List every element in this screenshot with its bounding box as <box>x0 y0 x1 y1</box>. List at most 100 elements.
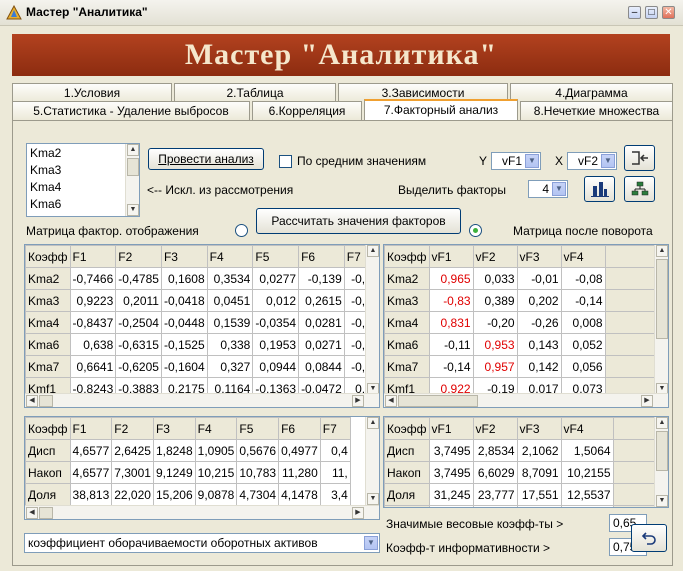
scroll-up-icon[interactable]: ▲ <box>127 144 139 156</box>
scroll-thumb[interactable] <box>656 431 668 471</box>
chevron-down-icon[interactable]: ▼ <box>601 154 615 168</box>
table-cell[interactable]: 0,143 <box>516 333 562 356</box>
table-cell[interactable]: 11, <box>319 461 351 484</box>
factors-count-select[interactable]: 4 ▼ <box>528 180 568 198</box>
table-cell[interactable]: 9,1249 <box>152 461 196 484</box>
calculate-factors-button[interactable]: Рассчитать значения факторов <box>256 208 461 234</box>
table-cell[interactable]: 4,1478 <box>278 483 321 506</box>
table-cell[interactable]: 38,813 <box>69 483 113 506</box>
row-header-cell[interactable]: Доля <box>384 483 430 506</box>
table-row[interactable]: Накоп 4,6577 7,3001 9,1249 10,215 10,783 11,28… <box>25 461 351 484</box>
table-cell[interactable]: 0,831 <box>428 311 474 334</box>
table-cell[interactable]: 22,020 <box>111 483 154 506</box>
column-header[interactable]: Коэфф <box>25 417 71 440</box>
rotated-variance-grid[interactable]: Коэфф vF1 vF2 vF3 vF4 Дисп 3,7495 2,8534 2,… <box>383 416 669 508</box>
table-cell[interactable]: -0,1525 <box>160 333 208 356</box>
table-cell[interactable]: -0,11 <box>428 333 474 356</box>
grid-horizontal-scrollbar[interactable]: ◀ ▶ <box>25 393 379 407</box>
table-cell[interactable]: 1,0905 <box>194 439 238 462</box>
scroll-right-icon[interactable]: ▶ <box>641 395 653 407</box>
table-cell[interactable]: 1,5064 <box>560 439 614 462</box>
column-header[interactable]: F5 <box>252 245 300 268</box>
table-cell[interactable]: 0,033 <box>472 267 518 290</box>
table-cell[interactable]: -0,08 <box>560 267 606 290</box>
table-row[interactable]: Дисп 3,7495 2,8534 2,1062 1,5064 <box>384 439 656 462</box>
table-cell[interactable]: 2,1062 <box>516 439 562 462</box>
scroll-right-icon[interactable]: ▶ <box>352 395 364 407</box>
table-cell[interactable]: 6,6029 <box>472 461 518 484</box>
table-cell[interactable]: -0,0354 <box>252 311 300 334</box>
variable-description-select[interactable]: коэффициент оборачиваемости оборотных ак… <box>24 533 380 553</box>
row-header-cell[interactable]: Доля <box>25 483 71 506</box>
table-cell[interactable]: 0,4 <box>319 439 351 462</box>
table-row[interactable]: Kma4 0,831 -0,20 -0,26 0,008 <box>384 311 656 334</box>
scroll-up-icon[interactable]: ▲ <box>367 245 379 257</box>
table-cell[interactable]: 0,012 <box>252 289 300 312</box>
scroll-left-icon[interactable]: ◀ <box>26 507 38 519</box>
table-cell[interactable]: 0,3534 <box>206 267 254 290</box>
table-row[interactable]: Kma2 -0,7466 -0,4785 0,1608 0,3534 0,0277 -0,1… <box>25 267 375 290</box>
table-cell[interactable]: 3,7495 <box>428 461 474 484</box>
tab-statistics[interactable]: 5.Статистика - Удаление выбросов <box>12 101 250 120</box>
table-cell[interactable]: 10,215 <box>194 461 238 484</box>
table-cell[interactable]: 12,5537 <box>560 483 614 506</box>
table-cell[interactable]: -0,6205 <box>115 355 162 378</box>
scroll-left-icon[interactable]: ◀ <box>385 395 397 407</box>
tab-factor-analysis[interactable]: 7.Факторный анализ <box>364 99 518 120</box>
table-cell[interactable]: 2,6425 <box>111 439 154 462</box>
scroll-up-icon[interactable]: ▲ <box>367 417 379 429</box>
column-header[interactable]: vF1 <box>428 245 474 268</box>
table-cell[interactable]: 0,0944 <box>252 355 300 378</box>
column-header[interactable]: vF4 <box>560 245 606 268</box>
table-cell[interactable]: 0,327 <box>206 355 254 378</box>
table-cell[interactable]: 2,8534 <box>472 439 518 462</box>
table-cell[interactable]: 9,0878 <box>194 483 238 506</box>
table-cell[interactable]: 15,206 <box>152 483 196 506</box>
column-header[interactable]: F5 <box>236 417 280 440</box>
table-cell[interactable]: 0,965 <box>428 267 474 290</box>
scroll-right-icon[interactable]: ▶ <box>352 507 364 519</box>
column-header[interactable]: Коэфф <box>384 417 430 440</box>
average-values-checkbox[interactable] <box>279 155 292 168</box>
table-cell[interactable]: 0,1608 <box>160 267 208 290</box>
table-cell[interactable]: 0,008 <box>560 311 606 334</box>
table-row[interactable]: Доля 31,245 23,777 17,551 12,5537 <box>384 483 656 506</box>
column-header[interactable]: F4 <box>194 417 238 440</box>
table-cell[interactable]: 31,245 <box>428 483 474 506</box>
grid-vertical-scrollbar[interactable]: ▲ ▼ <box>654 245 668 395</box>
table-cell[interactable]: 0,202 <box>516 289 562 312</box>
table-cell[interactable]: 4,6577 <box>69 461 113 484</box>
table-cell[interactable]: 0,0277 <box>252 267 300 290</box>
grid-vertical-scrollbar[interactable]: ▲ ▼ <box>365 417 379 505</box>
table-row[interactable]: Kma7 0,6641 -0,6205 -0,1604 0,327 0,0944 0,084… <box>25 355 375 378</box>
x-axis-select[interactable]: vF2 ▼ <box>567 152 617 170</box>
table-cell[interactable]: 0,0451 <box>206 289 254 312</box>
table-cell[interactable]: -0,0418 <box>160 289 208 312</box>
column-header[interactable]: vF2 <box>472 417 518 440</box>
row-header-cell[interactable]: Kma7 <box>25 355 71 378</box>
scroll-up-icon[interactable]: ▲ <box>656 245 668 257</box>
tree-button[interactable] <box>624 176 655 202</box>
table-row[interactable]: Доля 38,813 22,020 15,206 9,0878 4,7304 4,1478… <box>25 483 351 506</box>
column-header[interactable]: F2 <box>115 245 162 268</box>
table-cell[interactable]: -0,139 <box>298 267 345 290</box>
table-cell[interactable]: 0,6641 <box>69 355 117 378</box>
matrix-mapping-radio[interactable] <box>235 224 248 237</box>
grid-vertical-scrollbar[interactable]: ▲ ▼ <box>365 245 379 395</box>
list-item[interactable]: Kma2 <box>30 146 61 160</box>
chart-button[interactable] <box>584 176 615 202</box>
table-cell[interactable]: 85,1285 <box>560 505 614 507</box>
scroll-thumb[interactable] <box>39 507 53 519</box>
row-header-cell[interactable]: Kma3 <box>25 289 71 312</box>
tab-correlation[interactable]: 6.Корреляция <box>252 101 362 120</box>
list-item[interactable]: Kma3 <box>30 163 61 177</box>
table-cell[interactable]: 1,8248 <box>152 439 196 462</box>
table-cell[interactable]: 0,957 <box>472 355 518 378</box>
table-cell[interactable]: 8,7091 <box>516 461 562 484</box>
table-row[interactable]: Kma6 0,638 -0,6315 -0,1525 0,338 0,1953 0,0271… <box>25 333 375 356</box>
scroll-down-icon[interactable]: ▼ <box>367 493 379 505</box>
table-cell[interactable]: -0,83 <box>428 289 474 312</box>
table-cell[interactable]: 0,638 <box>69 333 117 356</box>
column-header[interactable]: vF3 <box>516 417 562 440</box>
column-header[interactable]: F6 <box>298 245 345 268</box>
